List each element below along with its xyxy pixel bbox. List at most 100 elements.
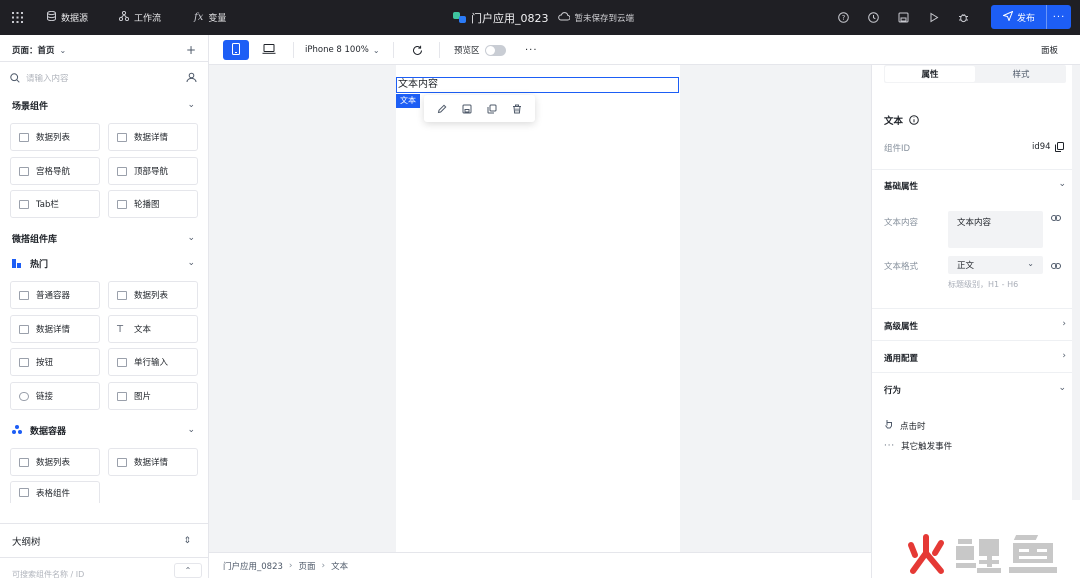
scene-grid-nav[interactable]: 宫格导航 [10, 157, 100, 185]
selected-text-component[interactable]: 文本内容 [396, 77, 679, 93]
preview-switch[interactable] [484, 44, 506, 56]
component-id-label: 组件ID [884, 144, 911, 154]
comp-data-list[interactable]: 数据列表 [108, 281, 198, 309]
workflow-icon [118, 10, 130, 24]
page-selector[interactable]: 页面：首页 ⌄ + [0, 42, 209, 58]
collapse-up-icon[interactable]: ⌃ [174, 563, 202, 578]
comp-label: 普通容器 [36, 291, 71, 301]
comp-data-detail[interactable]: 数据详情 [10, 315, 100, 343]
detail-icon [117, 457, 127, 467]
text-content-input[interactable]: 文本内容 [948, 211, 1043, 248]
variable-fx-icon: fx [194, 12, 204, 23]
refresh-icon[interactable] [409, 40, 425, 60]
chevron-down-icon: ⌄ [372, 45, 380, 55]
preview-toggle[interactable]: 预览区 [454, 40, 506, 60]
scene-data-list[interactable]: 数据列表 [10, 123, 100, 151]
bind-link-icon[interactable] [1051, 214, 1061, 224]
expand-collapse-icon[interactable]: ⇕ [183, 536, 191, 546]
scene-tab-bar[interactable]: Tab栏 [10, 190, 100, 218]
breadcrumb-component[interactable]: 文本 [331, 560, 348, 572]
comp-link[interactable]: 链接 [10, 382, 100, 410]
advanced-properties-header[interactable]: 高级属性 [884, 320, 918, 332]
top-bar: 数据源 工作流 fx 变量 门户应用_0823 暂未保存到云端 ? 发布 ··· [0, 0, 1080, 35]
desktop-device-button[interactable] [257, 40, 281, 60]
search-input[interactable] [26, 74, 166, 84]
property-tabs: 属性 样式 [884, 65, 1066, 83]
nav-variable[interactable]: fx 变量 [194, 0, 226, 35]
add-page-plus-icon[interactable]: + [186, 43, 196, 57]
scene-top-nav[interactable]: 顶部导航 [108, 157, 198, 185]
nav-datasource[interactable]: 数据源 [47, 0, 88, 35]
history-clock-icon[interactable] [868, 0, 879, 35]
nav-workflow-label: 工作流 [134, 14, 162, 24]
component-market-icon[interactable] [186, 72, 197, 86]
hot-section-title: 热门 [30, 259, 49, 270]
phone-frame[interactable]: 文本内容 文本 [396, 65, 680, 552]
save-template-icon[interactable] [460, 102, 474, 116]
chevron-right-icon: › [321, 560, 326, 571]
publish-button[interactable]: 发布 ··· [991, 5, 1071, 29]
behavior-header[interactable]: 行为 [884, 384, 901, 396]
outline-tree-header[interactable]: 大纲树 ⇕ [0, 534, 209, 548]
panel-toggle-button[interactable]: 面板 [1041, 40, 1058, 60]
data-container-section-header[interactable]: 数据容器 ⌄ [0, 423, 209, 437]
mobile-device-button[interactable] [223, 40, 249, 60]
debug-bug-icon[interactable] [958, 0, 969, 35]
edit-pencil-icon[interactable] [435, 102, 449, 116]
info-icon[interactable] [909, 115, 920, 128]
nav-workflow[interactable]: 工作流 [118, 0, 162, 35]
publish-more-button[interactable]: ··· [1047, 12, 1071, 23]
chevron-right-icon[interactable]: › [1062, 319, 1066, 329]
more-options-button[interactable]: ··· [525, 40, 538, 60]
breadcrumb-page[interactable]: 页面 [299, 560, 316, 572]
cloud-icon [557, 11, 570, 24]
data-comp-list[interactable]: 数据列表 [10, 448, 100, 476]
copy-id-icon[interactable] [1055, 142, 1064, 155]
outline-title: 大纲树 [12, 537, 41, 548]
help-icon[interactable]: ? [838, 0, 849, 35]
delete-trash-icon[interactable] [510, 102, 524, 116]
panel-scrollbar[interactable] [1072, 65, 1080, 500]
tab-properties[interactable]: 属性 [885, 66, 975, 82]
app-title[interactable]: 门户应用_0823 [471, 10, 549, 26]
scene-data-detail[interactable]: 数据详情 [108, 123, 198, 151]
scene-carousel[interactable]: 轮播图 [108, 190, 198, 218]
save-disk-icon[interactable] [898, 0, 909, 35]
laptop-icon [262, 43, 276, 57]
list-icon [117, 290, 127, 300]
text-format-label: 文本格式 [884, 262, 919, 272]
preview-play-icon[interactable] [929, 0, 939, 35]
scene-section-header[interactable]: 场景组件 ⌄ [0, 98, 209, 112]
chevron-down-icon[interactable]: ⌄ [1058, 383, 1066, 393]
device-preset-select[interactable]: iPhone 8 100% ⌄ [305, 40, 380, 60]
tab-style[interactable]: 样式 [976, 65, 1066, 83]
lib-section-header[interactable]: 微搭组件库 ⌄ [0, 231, 209, 245]
chevron-right-icon[interactable]: › [1062, 351, 1066, 361]
publish-label: 发布 [1017, 13, 1036, 24]
other-events[interactable]: ··· 其它触发事件 [884, 440, 952, 452]
data-comp-table[interactable]: 表格组件 [10, 481, 100, 503]
comp-text[interactable]: T 文本 [108, 315, 198, 343]
comp-container[interactable]: 普通容器 [10, 281, 100, 309]
basic-properties-header[interactable]: 基础属性 [884, 180, 918, 192]
chevron-down-icon[interactable]: ⌄ [1058, 179, 1066, 189]
hot-section-header[interactable]: 热门 ⌄ [0, 256, 209, 270]
data-comp-detail[interactable]: 数据详情 [108, 448, 198, 476]
text-format-select[interactable]: 正文 ⌄ [948, 256, 1043, 274]
comp-input[interactable]: 单行输入 [108, 348, 198, 376]
app-grid-icon[interactable] [12, 0, 23, 35]
container-icon [19, 290, 29, 300]
general-config-header[interactable]: 通用配置 [884, 352, 918, 364]
on-click-event[interactable]: 点击时 [884, 419, 926, 432]
click-pointer-icon [884, 419, 894, 432]
chevron-down-icon: ⌄ [187, 425, 195, 435]
breadcrumb-app[interactable]: 门户应用_0823 [223, 560, 283, 572]
comp-button[interactable]: 按钮 [10, 348, 100, 376]
properties-panel: 属性 样式 文本 组件ID id94 基础属性 ⌄ 文本内容 文本内容 文本格式… [871, 65, 1080, 578]
chevron-down-icon: ⌄ [187, 100, 195, 110]
bind-link-icon[interactable] [1051, 262, 1061, 272]
component-name-label: 文本 [884, 116, 904, 127]
comp-image[interactable]: 图片 [108, 382, 198, 410]
copy-icon[interactable] [485, 102, 499, 116]
outline-search-input[interactable]: 可搜索组件名称 / ID [12, 569, 84, 578]
